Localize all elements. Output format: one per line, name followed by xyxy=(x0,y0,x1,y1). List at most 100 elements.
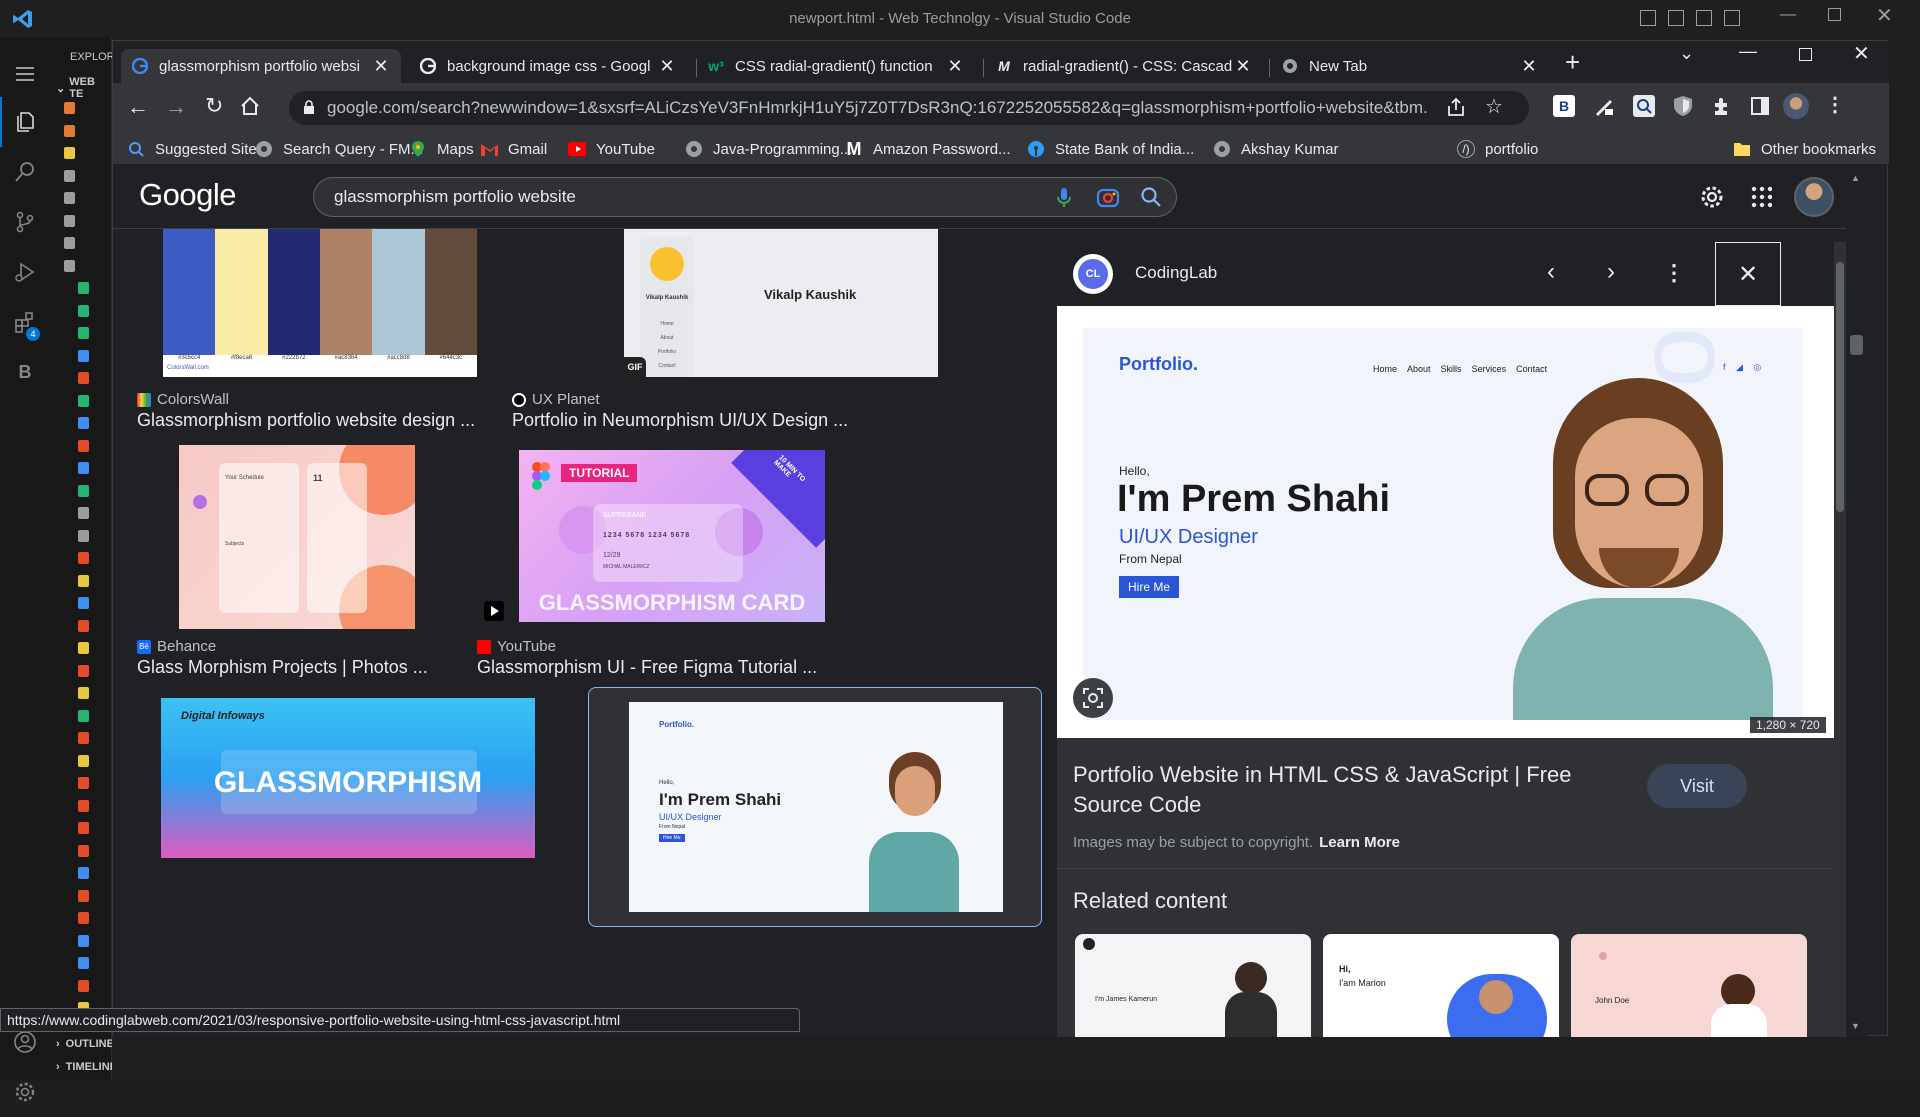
file-tree-item[interactable] xyxy=(58,97,112,119)
maximize-button[interactable] xyxy=(1799,48,1812,61)
result-title[interactable]: Glassmorphism UI - Free Figma Tutorial .… xyxy=(477,657,817,678)
minimize-button[interactable]: — xyxy=(1739,41,1757,62)
related-item[interactable]: I'm James Kamerun xyxy=(1075,934,1311,1037)
next-image-icon[interactable]: › xyxy=(1607,258,1615,286)
file-tree-item[interactable] xyxy=(58,232,112,254)
customize-layout-icon[interactable] xyxy=(1724,10,1740,26)
tab-new-tab[interactable]: New Tab ✕ xyxy=(1271,49,1549,83)
forward-button[interactable]: → xyxy=(165,94,187,120)
file-tree-item[interactable] xyxy=(58,142,112,164)
file-tree-item[interactable] xyxy=(58,367,112,389)
related-item[interactable]: Hi, I'am Marlon xyxy=(1323,934,1559,1037)
more-options-icon[interactable]: ⋮ xyxy=(1663,260,1685,286)
result-card-selected[interactable]: Portfolio. Hello, I'm Prem Shahi UI/UX D… xyxy=(588,687,1042,927)
tab-search-chevron-icon[interactable]: ⌄ xyxy=(1679,43,1694,64)
other-bookmarks[interactable]: Other bookmarks xyxy=(1733,133,1876,165)
file-tree-item[interactable] xyxy=(58,592,112,614)
result-thumb-infoways[interactable]: Digital Infoways GLASSMORPHISM xyxy=(161,698,535,858)
close-tab-icon[interactable]: ✕ xyxy=(1233,56,1253,77)
apps-grid-icon[interactable] xyxy=(1751,186,1773,213)
bookmark-youtube[interactable]: YouTube xyxy=(568,133,655,165)
bookmark-akshay-kumar[interactable]: Akshay Kumar xyxy=(1213,133,1339,165)
tab-glassmorphism[interactable]: glassmorphism portfolio websi ✕ xyxy=(121,49,401,83)
result-title[interactable]: Glass Morphism Projects | Photos ... xyxy=(137,657,428,678)
file-tree-item[interactable] xyxy=(58,682,112,704)
file-tree-item[interactable] xyxy=(58,255,112,277)
timeline-section[interactable]: › TIMELINE xyxy=(56,1061,117,1073)
scroll-down-icon[interactable]: ▼ xyxy=(1851,1021,1860,1031)
bookmark-state-bank[interactable]: State Bank of India... xyxy=(1027,133,1194,165)
file-tree-item[interactable] xyxy=(58,727,112,749)
learn-more-link[interactable]: Learn More xyxy=(1319,834,1400,851)
menu-icon[interactable] xyxy=(0,49,50,99)
profile-avatar[interactable] xyxy=(1783,93,1809,119)
file-tree-item[interactable] xyxy=(58,930,112,952)
file-tree-item[interactable] xyxy=(58,750,112,772)
layout-secondary-icon[interactable] xyxy=(1696,10,1712,26)
file-tree-item[interactable] xyxy=(58,705,112,727)
file-tree-item[interactable] xyxy=(58,907,112,929)
result-title[interactable]: Glassmorphism portfolio website design .… xyxy=(137,410,475,431)
file-tree-item[interactable] xyxy=(58,975,112,997)
file-tree-item[interactable] xyxy=(58,772,112,794)
close-window-button[interactable]: ✕ xyxy=(1853,41,1870,66)
search-input[interactable]: glassmorphism portfolio website xyxy=(334,187,576,207)
scroll-up-icon[interactable]: ▲ xyxy=(1851,173,1860,183)
settings-gear-icon[interactable] xyxy=(0,1067,50,1117)
close-preview-button[interactable]: ✕ xyxy=(1715,242,1781,306)
vscode-minimize-icon[interactable]: — xyxy=(1780,6,1796,24)
address-bar[interactable]: google.com/search?newwindow=1&sxsrf=ALiC… xyxy=(289,91,1529,125)
extension-b-icon[interactable]: B xyxy=(1553,95,1575,117)
result-thumb-colorswall[interactable]: #3c5cc4 #f8eca6 #222b72 #ac8364 #acc8d8 #644c… xyxy=(163,229,477,377)
search-icon[interactable] xyxy=(0,147,50,197)
b-extension-icon[interactable]: B xyxy=(0,347,50,397)
file-tree-item[interactable] xyxy=(58,840,112,862)
file-tree-item[interactable] xyxy=(58,502,112,524)
file-tree-item[interactable] xyxy=(58,795,112,817)
vscode-maximize-icon[interactable] xyxy=(1828,8,1841,21)
bookmark-suggested-sites[interactable]: Suggested Sites xyxy=(127,133,264,165)
layout-panel-icon[interactable] xyxy=(1668,10,1684,26)
file-tree-item[interactable] xyxy=(58,277,112,299)
file-tree-item[interactable] xyxy=(58,570,112,592)
file-tree-item[interactable] xyxy=(58,480,112,502)
google-logo[interactable]: Google xyxy=(139,177,236,213)
file-tree-item[interactable] xyxy=(58,952,112,974)
side-panel-icon[interactable] xyxy=(1751,97,1769,115)
new-tab-button[interactable]: + xyxy=(1565,47,1580,78)
result-thumb-behance[interactable]: Your Schedule Subjects 11 xyxy=(179,445,415,629)
file-tree-item[interactable] xyxy=(58,457,112,479)
extension-shield-icon[interactable] xyxy=(1673,95,1693,122)
file-tree-item[interactable] xyxy=(58,547,112,569)
run-debug-icon[interactable] xyxy=(0,247,50,297)
preview-title[interactable]: Portfolio Website in HTML CSS & JavaScri… xyxy=(1073,760,1613,820)
close-tab-icon[interactable]: ✕ xyxy=(371,56,391,77)
file-tree-item[interactable] xyxy=(58,660,112,682)
visit-button[interactable]: Visit xyxy=(1647,764,1747,808)
file-tree-item[interactable] xyxy=(58,817,112,839)
file-tree-item[interactable] xyxy=(58,322,112,344)
file-tree-item[interactable] xyxy=(58,412,112,434)
chrome-menu-icon[interactable]: ⋮ xyxy=(1825,92,1845,117)
file-tree-item[interactable] xyxy=(58,120,112,142)
tab-background-image[interactable]: background image css - Googl ✕ xyxy=(409,49,687,83)
vscode-close-icon[interactable]: ✕ xyxy=(1876,3,1893,28)
file-tree-item[interactable] xyxy=(58,187,112,209)
file-tree-item[interactable] xyxy=(58,210,112,232)
explorer-icon[interactable] xyxy=(0,97,50,147)
lens-search-icon[interactable] xyxy=(1096,186,1120,215)
page-scrollbar[interactable]: ▲ ▼ xyxy=(1846,165,1867,1037)
bookmark-amazon-password[interactable]: M Amazon Password... xyxy=(845,133,1011,165)
share-icon[interactable] xyxy=(1445,96,1467,123)
home-button[interactable] xyxy=(239,95,261,122)
file-tree-item[interactable] xyxy=(58,637,112,659)
tab-radial-gradient-w3[interactable]: w³ CSS radial-gradient() function ✕ xyxy=(697,49,975,83)
close-tab-icon[interactable]: ✕ xyxy=(1519,56,1539,77)
file-tree-item[interactable] xyxy=(58,885,112,907)
reload-button[interactable]: ↻ xyxy=(205,93,223,119)
source-control-icon[interactable] xyxy=(0,197,50,247)
lock-icon[interactable] xyxy=(303,100,315,120)
related-item[interactable]: John Doe xyxy=(1571,934,1807,1037)
preview-image-frame[interactable]: Portfolio. Home About Skills Services Co… xyxy=(1057,306,1834,738)
extension-pen-icon[interactable] xyxy=(1593,95,1615,117)
